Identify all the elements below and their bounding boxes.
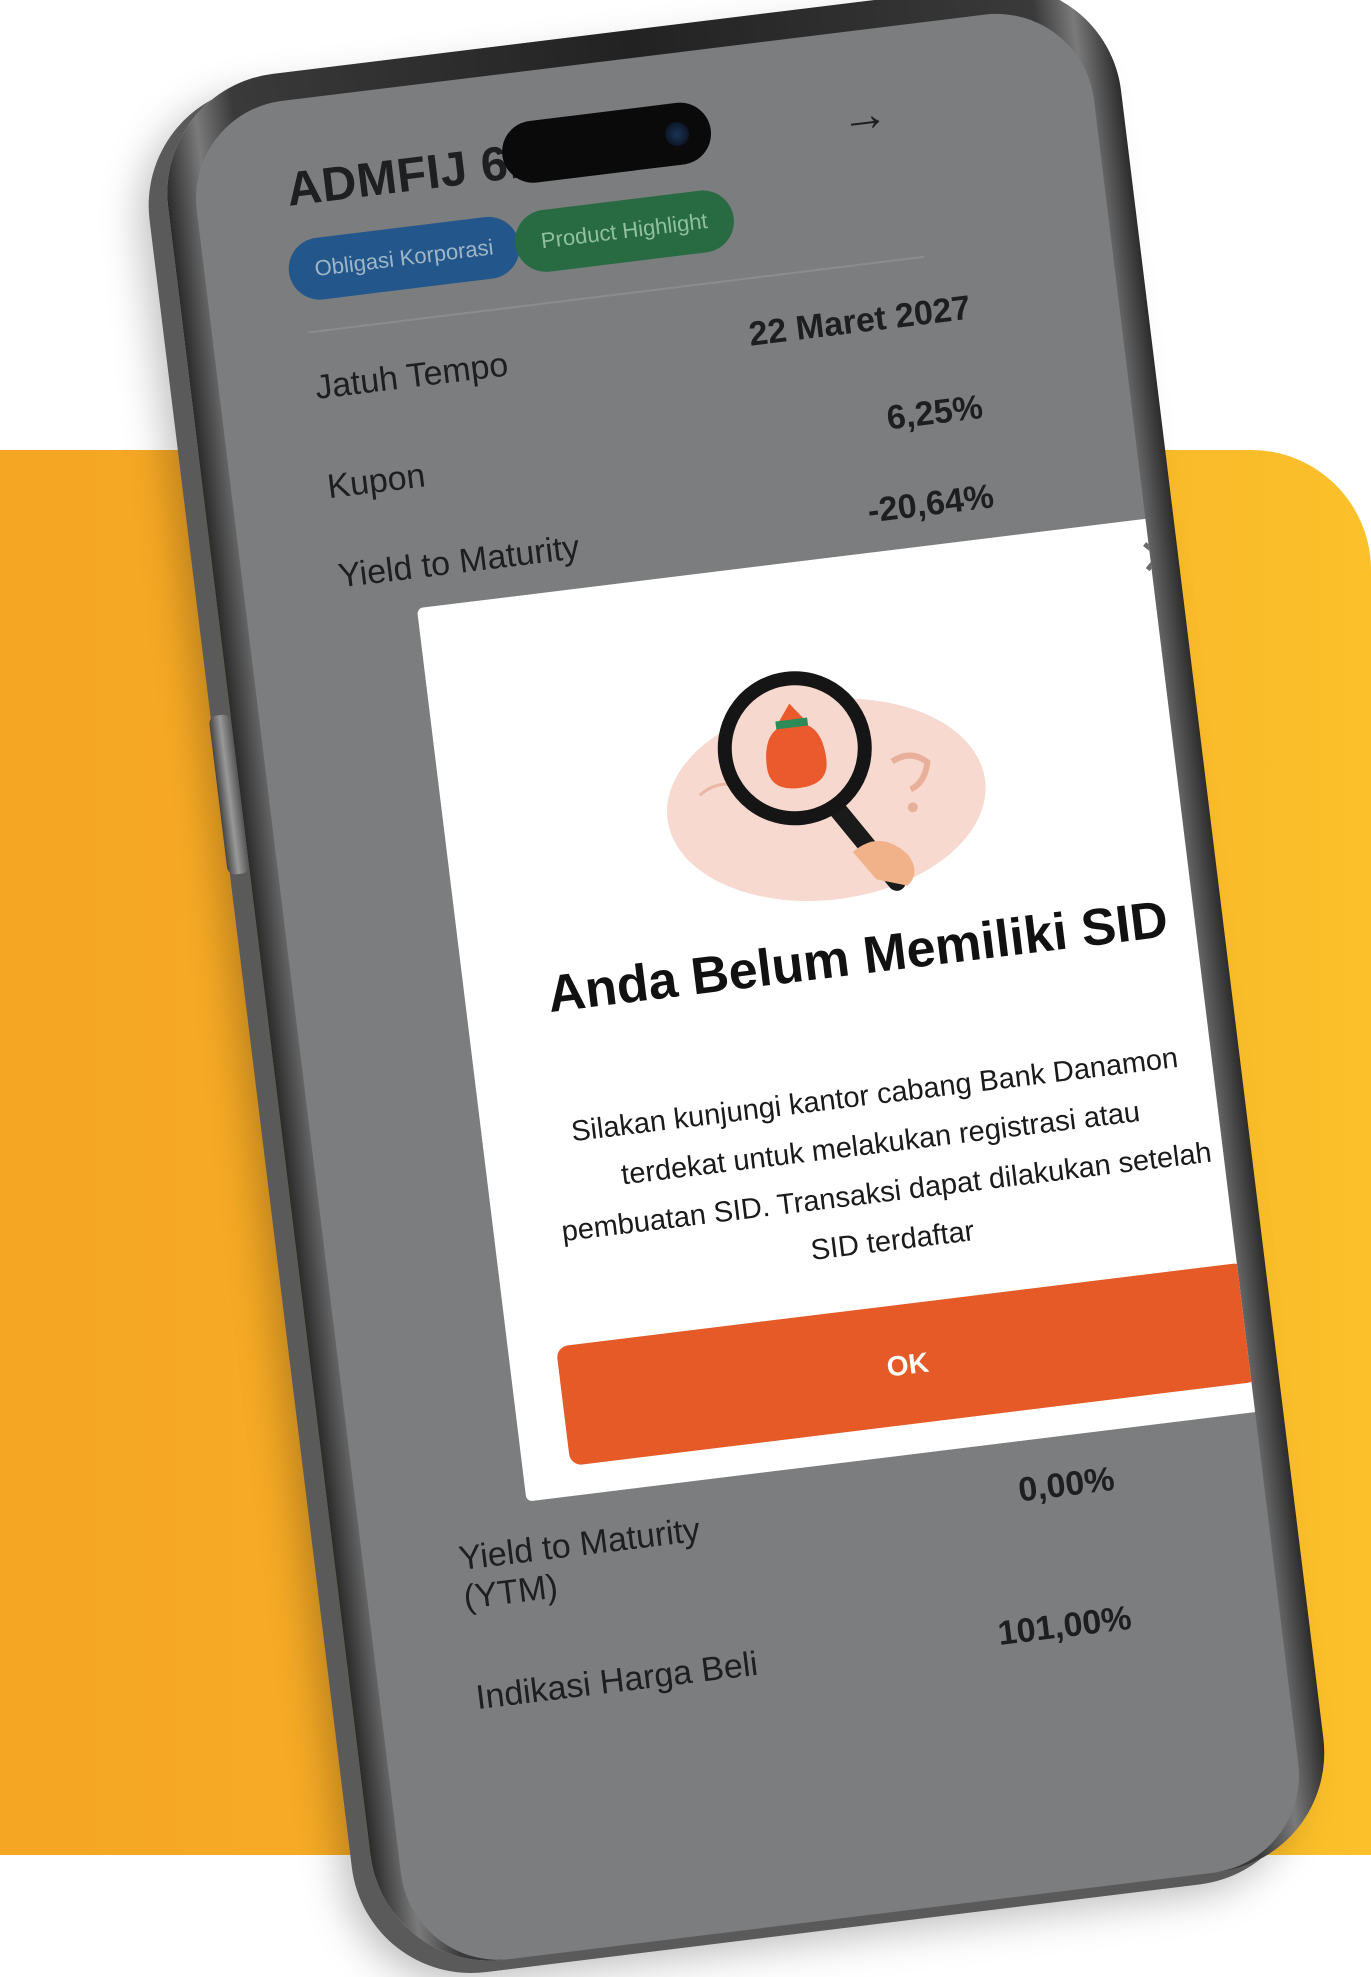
dynamic-island [498,99,715,187]
detail-row-jatuh-tempo: Jatuh Tempo 22 Maret 2027 [313,289,973,407]
chip-obligasi-korporasi[interactable]: Obligasi Korporasi [285,213,523,304]
camera-icon [663,120,691,148]
modal-message: Silakan kunjungi kantor cabang Bank Dana… [559,1042,1214,1267]
detail-label: Yield to Maturity (YTM) [456,1510,703,1617]
detail-value: 6,25% [884,387,985,438]
detail-row-ytm: Yield to Maturity -20,64% [336,477,996,595]
chip-product-highlight[interactable]: Product Highlight [511,187,737,276]
detail-label: Indikasi Harga Beli [473,1644,760,1718]
detail-row-harga-beli: Indikasi Harga Beli 101,00% [474,1599,1134,1717]
arrow-right-icon[interactable]: → [837,85,891,145]
detail-label: Yield to Maturity [336,528,582,596]
detail-label: Jatuh Tempo [312,345,511,407]
detail-label: Kupon [325,456,428,507]
detail-value: 101,00% [995,1598,1134,1653]
detail-value: -20,64% [865,477,996,531]
detail-row-kupon: Kupon 6,25% [325,388,985,506]
detail-value: 22 Maret 2027 [746,288,973,354]
detail-value: 0,00% [1016,1459,1117,1510]
magnifier-money-bag-illustration [667,671,986,901]
